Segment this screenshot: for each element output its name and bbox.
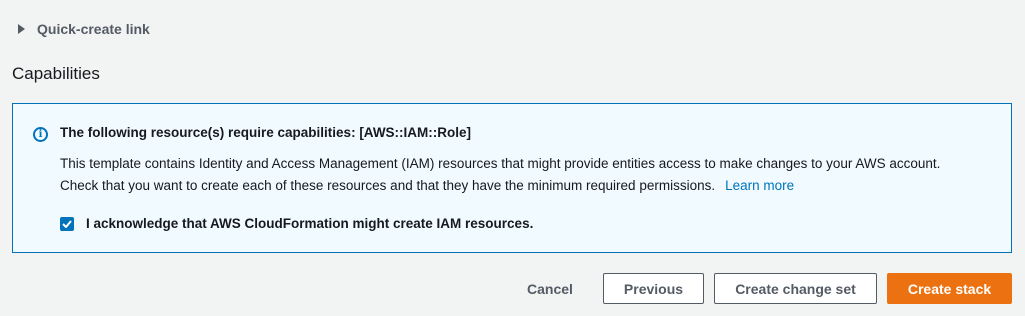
caret-right-icon[interactable] — [18, 24, 25, 34]
checkmark-icon — [62, 219, 72, 228]
acknowledge-row[interactable]: I acknowledge that AWS CloudFormation mi… — [60, 216, 533, 231]
alert-body-line-2-text: Check that you want to create each of th… — [60, 178, 716, 193]
capabilities-heading: Capabilities — [12, 64, 100, 83]
info-icon: i — [33, 127, 48, 142]
create-change-set-button[interactable]: Create change set — [714, 273, 877, 304]
alert-body-line-2: Check that you want to create each of th… — [60, 175, 1000, 197]
alert-body-line-1: This template contains Identity and Acce… — [60, 156, 941, 171]
create-stack-button[interactable]: Create stack — [887, 273, 1012, 304]
stack-review-page: Quick-create link Capabilities i The fol… — [0, 0, 1025, 316]
learn-more-link[interactable]: Learn more — [725, 178, 794, 193]
acknowledge-label[interactable]: I acknowledge that AWS CloudFormation mi… — [86, 216, 533, 231]
previous-button[interactable]: Previous — [603, 273, 704, 304]
acknowledge-checkbox[interactable] — [60, 216, 74, 231]
alert-title: The following resource(s) require capabi… — [60, 125, 472, 140]
cancel-button[interactable]: Cancel — [514, 273, 586, 304]
quick-create-expander[interactable]: Quick-create link — [18, 19, 150, 39]
alert-body: This template contains Identity and Acce… — [60, 153, 1000, 197]
quick-create-label[interactable]: Quick-create link — [37, 21, 150, 37]
capabilities-info-alert: i The following resource(s) require capa… — [12, 103, 1012, 253]
